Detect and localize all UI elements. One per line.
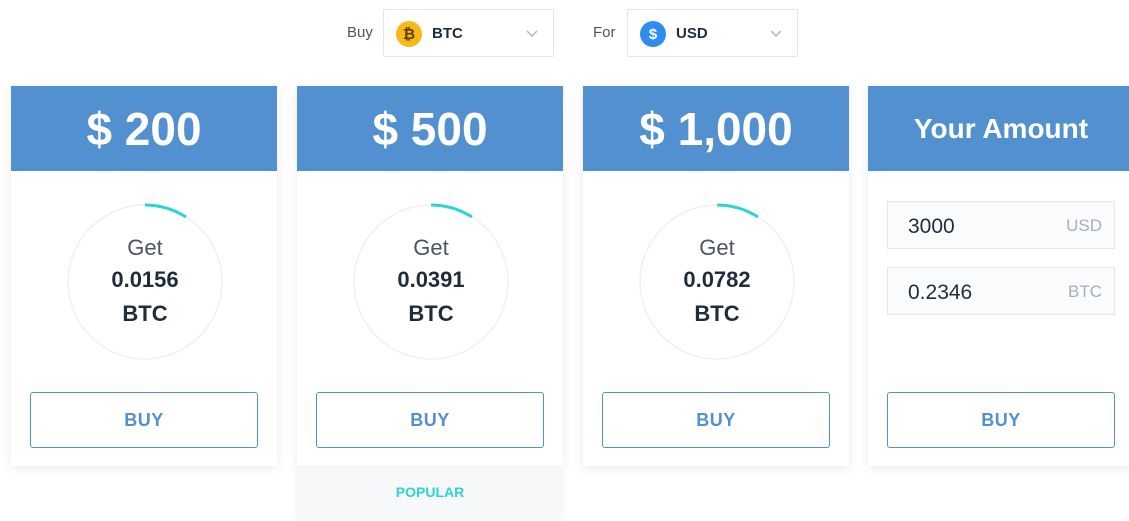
for-label: For — [593, 24, 616, 41]
price-card-200: $ 200 Get 0.0156 BTC BUY — [11, 86, 277, 466]
buy-label: Buy — [347, 24, 373, 41]
crypto-unit: BTC — [122, 301, 168, 326]
conversion-summary: Get 0.0156 BTC — [66, 203, 224, 361]
crypto-amount-value[interactable]: 0.2346 — [908, 281, 972, 305]
crypto-unit: BTC — [694, 301, 740, 326]
crypto-amount: 0.0391 — [397, 267, 465, 292]
crypto-unit: BTC — [408, 301, 454, 326]
card-price: $ 500 — [297, 86, 563, 171]
buy-button[interactable]: BUY — [602, 392, 830, 448]
custom-amount-card: Your Amount 3000 USD 0.2346 BTC BUY — [868, 86, 1129, 466]
buy-button[interactable]: BUY — [887, 392, 1115, 448]
fiat-amount-input[interactable]: 3000 USD — [887, 201, 1115, 249]
fiat-currency-value: USD — [676, 25, 708, 42]
price-card-1000: $ 1,000 Get 0.0782 BTC BUY — [583, 86, 849, 466]
price-card-500: $ 500 Get 0.0391 BTC BUY — [297, 86, 563, 466]
fiat-currency-select[interactable]: $ USD — [627, 9, 798, 57]
card-title: Your Amount — [868, 86, 1129, 171]
popular-badge: POPULAR — [297, 467, 563, 517]
get-label: Get — [413, 235, 449, 260]
dollar-icon: $ — [640, 21, 666, 47]
fiat-unit-label: USD — [1066, 216, 1102, 235]
card-price: $ 1,000 — [583, 86, 849, 171]
bitcoin-icon: ₿ — [396, 21, 422, 47]
buy-currency-select[interactable]: ₿ BTC — [383, 9, 554, 57]
buy-button[interactable]: BUY — [316, 392, 544, 448]
crypto-amount: 0.0156 — [111, 267, 179, 292]
conversion-summary: Get 0.0391 BTC — [352, 203, 510, 361]
buy-button[interactable]: BUY — [30, 392, 258, 448]
chevron-down-icon — [526, 30, 538, 38]
currency-selector-row: Buy ₿ BTC For $ USD — [0, 9, 1129, 57]
crypto-amount: 0.0782 — [683, 267, 751, 292]
get-label: Get — [699, 235, 735, 260]
conversion-summary: Get 0.0782 BTC — [638, 203, 796, 361]
chevron-down-icon — [770, 30, 782, 38]
get-label: Get — [127, 235, 163, 260]
fiat-amount-value[interactable]: 3000 — [908, 215, 955, 239]
crypto-unit-label: BTC — [1068, 282, 1102, 301]
crypto-amount-input[interactable]: 0.2346 BTC — [887, 267, 1115, 315]
buy-currency-value: BTC — [432, 25, 463, 42]
card-price: $ 200 — [11, 86, 277, 171]
